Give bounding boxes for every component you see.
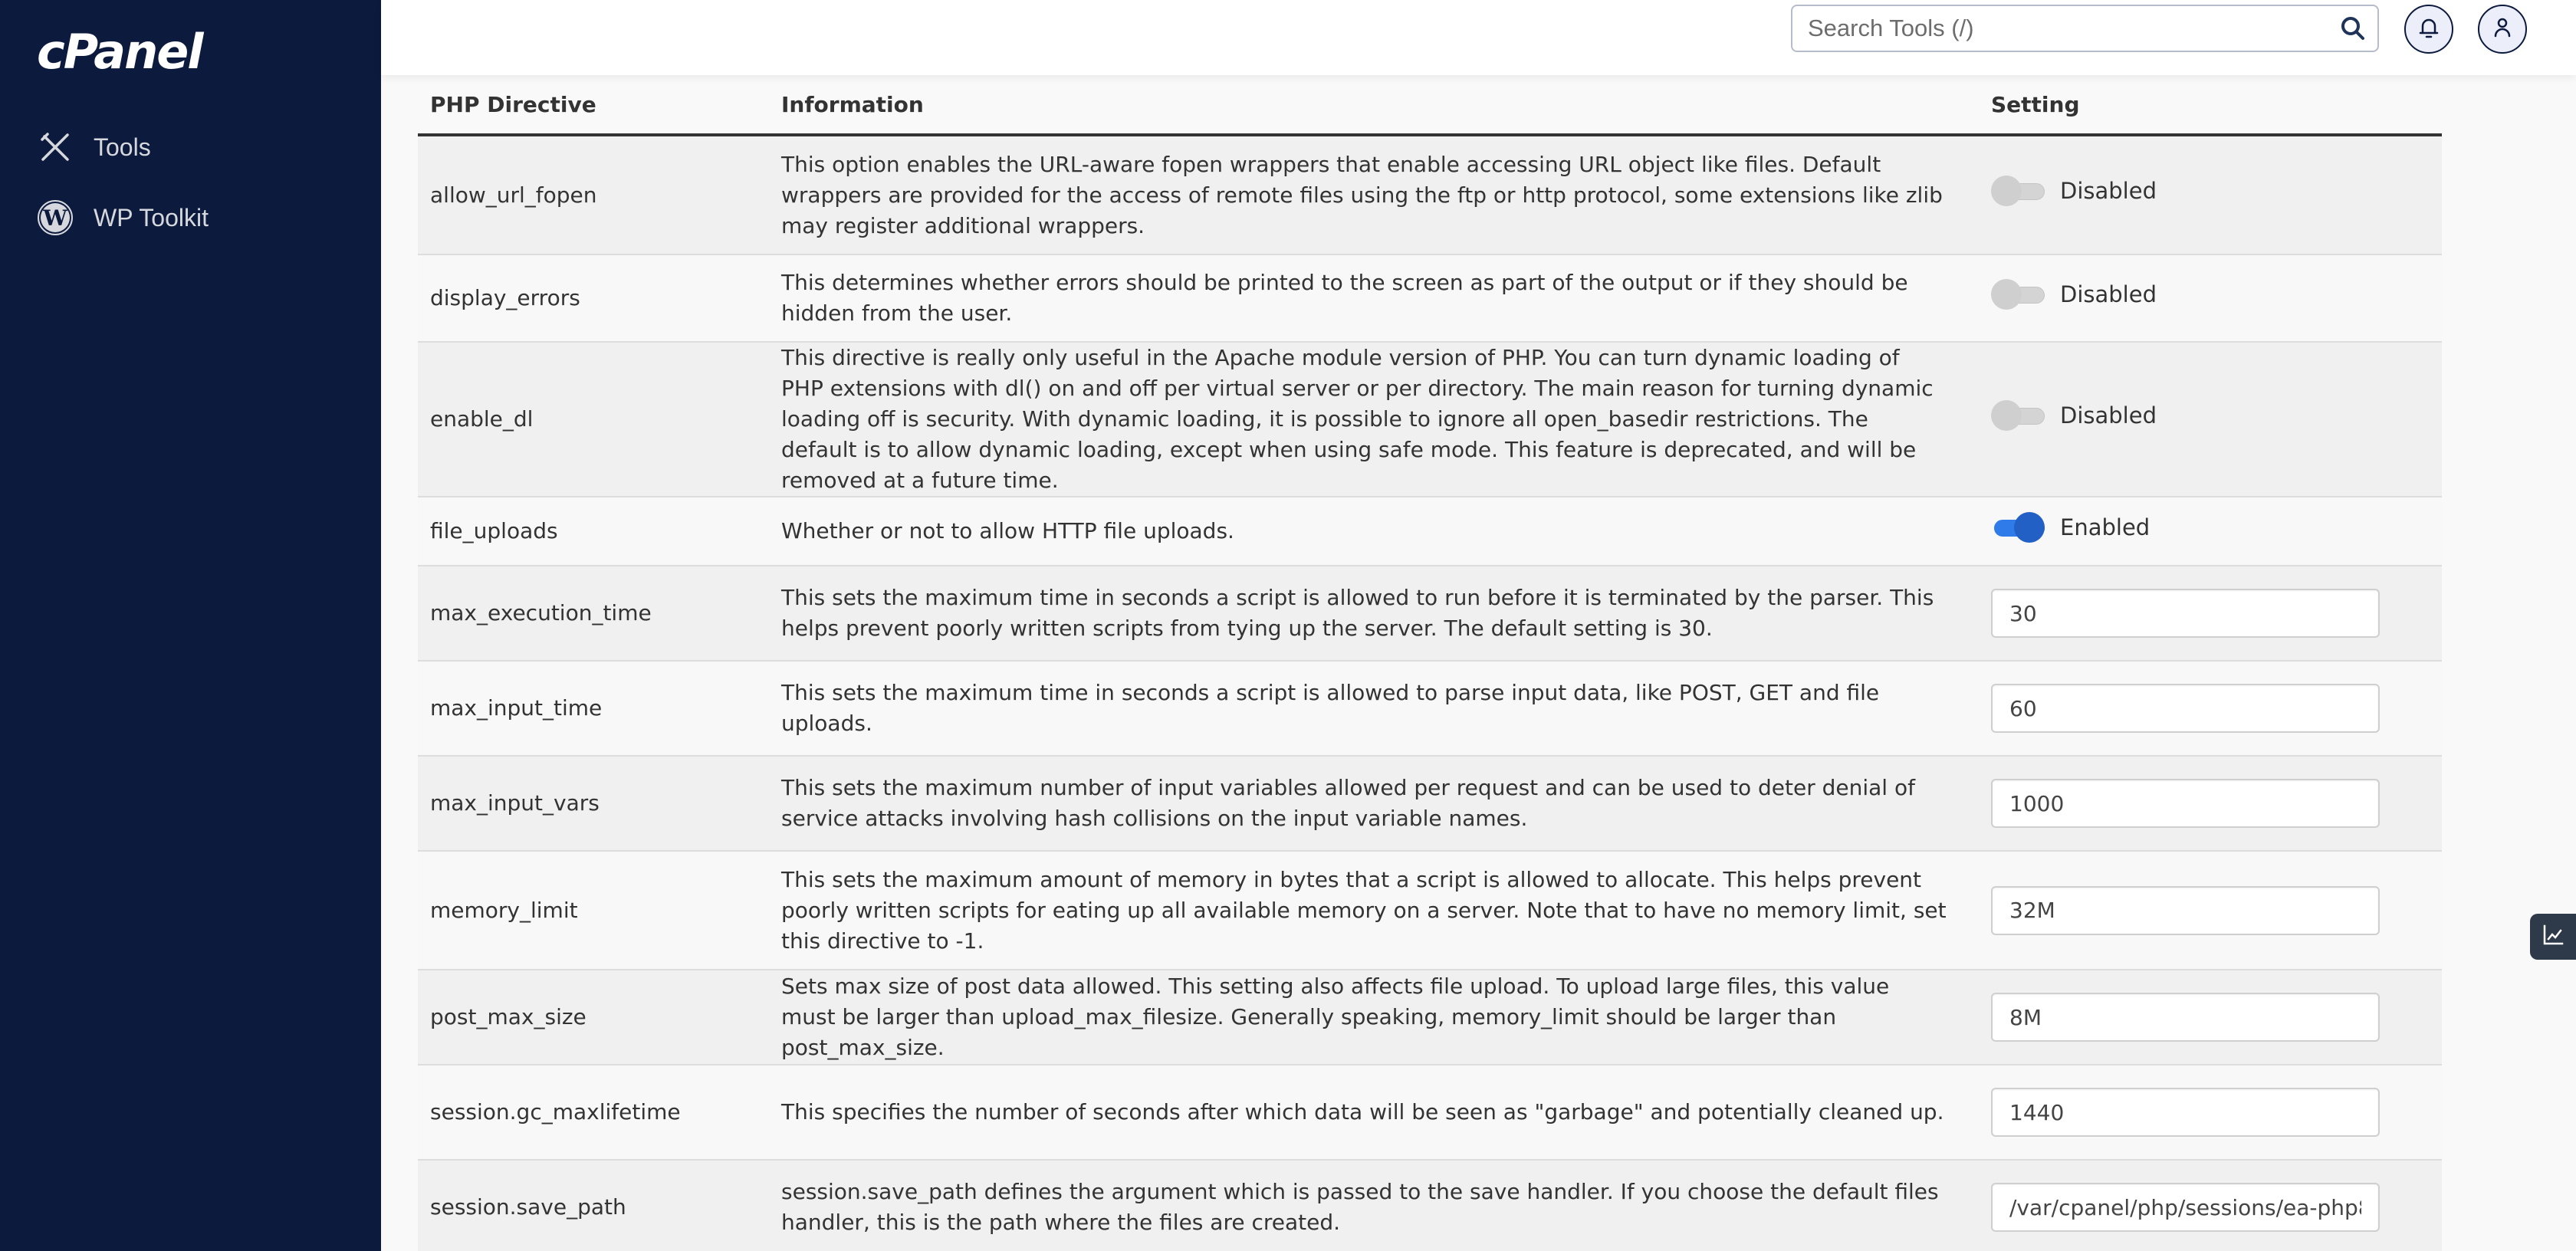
- table-row: max_execution_time This sets the maximum …: [418, 566, 2442, 662]
- directive-name: session.save_path: [418, 1160, 769, 1251]
- table-row: enable_dl This directive is really only u…: [418, 342, 2442, 497]
- setting-input-session-gc-maxlifetime[interactable]: [1991, 1088, 2380, 1137]
- directive-setting: [1979, 756, 2442, 852]
- directive-setting: Disabled: [1979, 342, 2442, 497]
- toggle-knob[interactable]: [1991, 278, 2022, 310]
- directive-setting: [1979, 1065, 2442, 1161]
- directive-info: session.save_path defines the argument w…: [769, 1160, 1979, 1251]
- search-box[interactable]: [1791, 5, 2379, 52]
- chart-line-icon: [2542, 924, 2564, 950]
- directive-info: This sets the maximum number of input va…: [769, 756, 1979, 852]
- toggle-switch[interactable]: [1991, 174, 2048, 208]
- toggle-state-label: Disabled: [2060, 402, 2157, 428]
- sidebar: cPanel Tools W WP Toolkit: [0, 0, 381, 1251]
- directive-name: file_uploads: [418, 497, 769, 566]
- toggle-switch[interactable]: [1991, 511, 2048, 544]
- directive-name: session.gc_maxlifetime: [418, 1065, 769, 1161]
- setting-toggle[interactable]: Enabled: [1991, 511, 2150, 544]
- cpanel-logo[interactable]: cPanel: [37, 28, 204, 76]
- setting-input-max-input-time[interactable]: [1991, 684, 2380, 733]
- column-header-setting: Setting: [1979, 75, 2442, 136]
- directive-setting: [1979, 661, 2442, 757]
- setting-toggle[interactable]: Disabled: [1991, 174, 2157, 208]
- table-row: display_errors This determines whether er…: [418, 254, 2442, 343]
- directive-name: max_execution_time: [418, 566, 769, 662]
- table-row: file_uploads Whether or not to allow HTTP…: [418, 497, 2442, 566]
- toggle-switch[interactable]: [1991, 277, 2048, 311]
- directive-setting: [1979, 1160, 2442, 1251]
- directive-info: This sets the maximum time in seconds a …: [769, 661, 1979, 757]
- search-input[interactable]: [1808, 15, 2339, 42]
- directive-info: This sets the maximum amount of memory i…: [769, 851, 1979, 970]
- svg-text:W: W: [42, 205, 67, 231]
- sidebar-item-tools[interactable]: Tools: [37, 124, 151, 170]
- directive-info: This sets the maximum time in seconds a …: [769, 566, 1979, 662]
- search-icon[interactable]: [2339, 15, 2367, 42]
- php-directives-table-container: PHP Directive Information Setting allow_…: [418, 75, 2442, 1251]
- wordpress-icon: W: [37, 199, 74, 236]
- table-row: session.save_path session.save_path defin…: [418, 1160, 2442, 1251]
- table-row: memory_limit This sets the maximum amount…: [418, 851, 2442, 970]
- user-menu-button[interactable]: [2478, 5, 2527, 54]
- table-row: post_max_size Sets max size of post data …: [418, 970, 2442, 1065]
- sidebar-item-label: WP Toolkit: [94, 203, 209, 231]
- directive-info: This directive is really only useful in …: [769, 342, 1979, 497]
- table-header-row: PHP Directive Information Setting: [418, 75, 2442, 136]
- table-row: session.gc_maxlifetime This specifies the…: [418, 1065, 2442, 1161]
- directive-name: max_input_time: [418, 661, 769, 757]
- setting-input-post-max-size[interactable]: [1991, 993, 2380, 1042]
- table-row: max_input_time This sets the maximum time…: [418, 661, 2442, 757]
- toggle-state-label: Enabled: [2060, 514, 2150, 540]
- setting-input-max-execution-time[interactable]: [1991, 589, 2380, 638]
- directive-setting: Disabled: [1979, 135, 2442, 255]
- setting-input-max-input-vars[interactable]: [1991, 779, 2380, 828]
- toggle-state-label: Disabled: [2060, 281, 2157, 307]
- php-directives-table: PHP Directive Information Setting allow_…: [418, 75, 2442, 1251]
- setting-toggle[interactable]: Disabled: [1991, 399, 2157, 432]
- user-icon: [2491, 16, 2514, 42]
- directive-setting: [1979, 851, 2442, 970]
- toggle-knob[interactable]: [1991, 399, 2022, 431]
- bell-icon: [2417, 16, 2440, 42]
- directive-name: allow_url_fopen: [418, 135, 769, 255]
- directive-info: This specifies the number of seconds aft…: [769, 1065, 1979, 1161]
- sidebar-item-wp-toolkit[interactable]: W WP Toolkit: [37, 195, 209, 241]
- column-header-directive: PHP Directive: [418, 75, 769, 136]
- directive-info: Sets max size of post data allowed. This…: [769, 970, 1979, 1065]
- toggle-knob[interactable]: [1991, 176, 2022, 206]
- stats-panel-tab[interactable]: [2530, 914, 2576, 960]
- directive-setting: [1979, 566, 2442, 662]
- tools-icon: [37, 129, 74, 166]
- directive-name: post_max_size: [418, 970, 769, 1065]
- setting-toggle[interactable]: Disabled: [1991, 277, 2157, 311]
- directive-name: enable_dl: [418, 342, 769, 497]
- sidebar-item-label: Tools: [94, 133, 151, 161]
- toggle-knob[interactable]: [2014, 511, 2045, 543]
- directive-name: memory_limit: [418, 851, 769, 970]
- directive-name: display_errors: [418, 254, 769, 343]
- directive-info: Whether or not to allow HTTP file upload…: [769, 497, 1979, 566]
- toggle-switch[interactable]: [1991, 399, 2048, 432]
- directive-setting: Disabled: [1979, 254, 2442, 343]
- directive-setting: [1979, 970, 2442, 1065]
- toggle-state-label: Disabled: [2060, 178, 2157, 204]
- column-header-information: Information: [769, 75, 1979, 136]
- directive-name: max_input_vars: [418, 756, 769, 852]
- setting-input-session-save-path[interactable]: [1991, 1183, 2380, 1232]
- directive-info: This option enables the URL-aware fopen …: [769, 135, 1979, 255]
- setting-input-memory-limit[interactable]: [1991, 885, 2380, 935]
- table-row: max_input_vars This sets the maximum numb…: [418, 756, 2442, 852]
- notifications-button[interactable]: [2404, 5, 2453, 54]
- directive-info: This determines whether errors should be…: [769, 254, 1979, 343]
- directive-setting: Enabled: [1979, 497, 2442, 566]
- table-row: allow_url_fopen This option enables the U…: [418, 135, 2442, 255]
